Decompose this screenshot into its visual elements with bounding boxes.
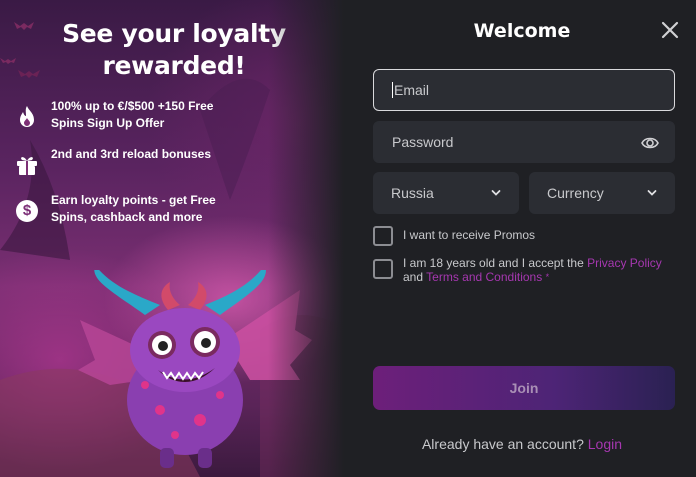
country-select[interactable]: Russia xyxy=(373,172,519,214)
perk-text: Earn loyalty points - get Free Spins, ca… xyxy=(51,193,216,224)
coin-symbol: $ xyxy=(16,200,38,222)
currency-select[interactable]: Currency xyxy=(529,172,675,214)
password-field[interactable] xyxy=(373,121,675,163)
perk-text: 2nd and 3rd reload bonuses xyxy=(51,147,212,161)
terms-prefix: I am 18 years old and I accept the xyxy=(403,256,584,270)
eye-icon[interactable] xyxy=(641,134,659,152)
signin-prompt: Already have an account? Login xyxy=(348,436,696,452)
join-button[interactable]: Join xyxy=(373,366,675,410)
perk-item: 2nd and 3rd reload bonuses xyxy=(14,146,224,178)
chevron-down-icon xyxy=(491,190,501,196)
signin-text: Already have an account? xyxy=(421,436,584,452)
terms-and: and xyxy=(403,270,424,284)
promos-option: I want to receive Promos xyxy=(373,226,535,246)
promos-checkbox[interactable] xyxy=(373,226,393,246)
gift-icon xyxy=(14,152,40,178)
perk-item: $ Earn loyalty points - get Free Spins, … xyxy=(14,192,224,226)
email-input[interactable] xyxy=(394,82,656,98)
currency-placeholder: Currency xyxy=(547,185,604,201)
chevron-down-icon xyxy=(647,190,657,196)
text-caret xyxy=(392,82,393,98)
form-title: Welcome xyxy=(473,20,571,42)
close-icon[interactable] xyxy=(660,20,680,40)
country-value: Russia xyxy=(391,185,434,201)
perks-list: 100% up to €/$500 +150 Free Spins Sign U… xyxy=(14,98,224,240)
perk-text: 100% up to €/$500 +150 Free Spins Sign U… xyxy=(51,99,214,130)
login-link[interactable]: Login xyxy=(588,436,622,452)
panel-fade xyxy=(268,0,348,477)
signup-form-panel: Welcome Russia Currency xyxy=(348,0,696,477)
required-mark: * xyxy=(545,272,550,282)
password-input[interactable] xyxy=(392,134,656,150)
email-field[interactable] xyxy=(373,69,675,111)
perk-item: 100% up to €/$500 +150 Free Spins Sign U… xyxy=(14,98,224,132)
promo-panel: See your loyalty rewarded! 100% up to €/… xyxy=(0,0,348,477)
terms-label: I am 18 years old and I accept the Priva… xyxy=(403,256,673,284)
terms-checkbox[interactable] xyxy=(373,259,393,279)
terms-option: I am 18 years old and I accept the Priva… xyxy=(373,256,673,284)
terms-link[interactable]: Terms and Conditions xyxy=(426,270,542,284)
flame-icon xyxy=(14,104,40,130)
promos-label: I want to receive Promos xyxy=(403,228,536,242)
privacy-policy-link[interactable]: Privacy Policy xyxy=(587,256,662,270)
registration-modal: See your loyalty rewarded! 100% up to €/… xyxy=(0,0,696,477)
dollar-coin-icon: $ xyxy=(14,198,40,224)
